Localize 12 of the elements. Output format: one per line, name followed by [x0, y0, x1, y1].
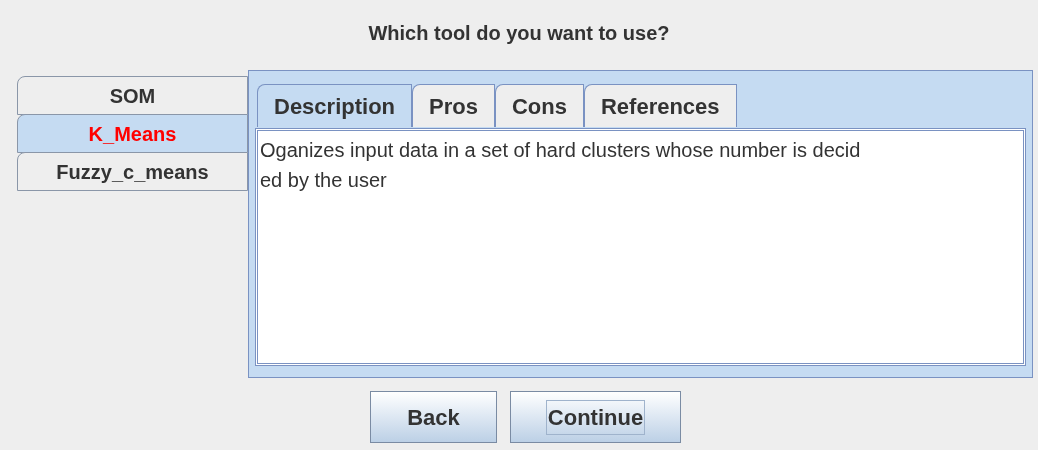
- dialog-button[interactable]: Back: [370, 391, 497, 443]
- description-text: ed by the user: [260, 168, 388, 193]
- info-tab[interactable]: Description: [257, 84, 413, 127]
- tool-tab[interactable]: Fuzzy_c_means: [17, 152, 248, 191]
- info-tab[interactable]: References: [583, 84, 737, 127]
- description-area[interactable]: Oganizes input data in a set of hard clusters whose number is decid ed by the user: [255, 128, 1026, 366]
- dialog-button[interactable]: Continue: [510, 391, 681, 443]
- description-text: Oganizes input data in a set of hard clusters whose number is decid: [260, 138, 862, 163]
- info-tab[interactable]: Pros: [412, 84, 495, 127]
- tool-tab[interactable]: SOM: [17, 76, 248, 115]
- info-tab[interactable]: Cons: [494, 84, 584, 127]
- dialog-title: Which tool do you want to use?: [368, 21, 670, 46]
